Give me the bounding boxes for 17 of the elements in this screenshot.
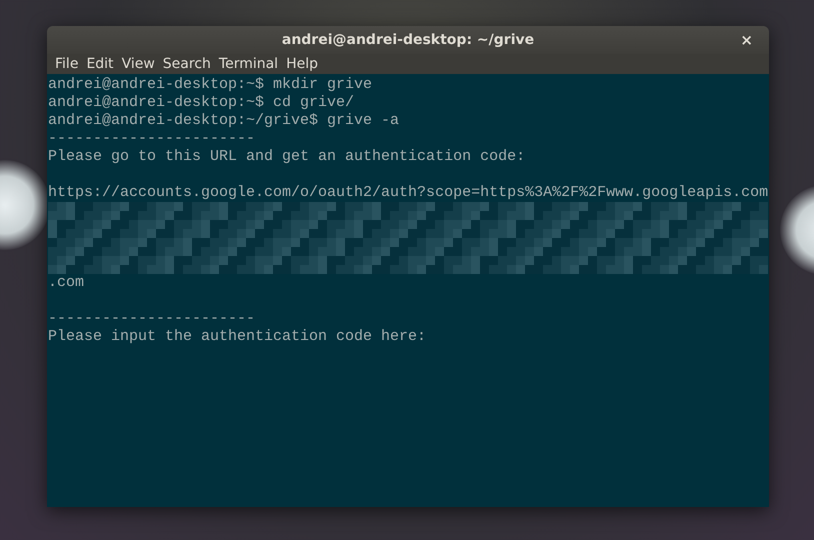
menu-item[interactable]: Edit bbox=[82, 54, 118, 74]
terminal-line: andrei@andrei-desktop:~/grive$ grive -a bbox=[48, 112, 400, 130]
terminal-line: Please input the authentication code here: bbox=[48, 328, 428, 346]
menu-item[interactable]: Search bbox=[158, 54, 215, 74]
menu-item[interactable]: View bbox=[118, 54, 159, 74]
menu-item[interactable]: Help bbox=[282, 54, 322, 74]
close-button[interactable]: × bbox=[736, 31, 757, 49]
window-title: andrei@andrei-desktop: ~/grive bbox=[282, 32, 534, 48]
menu-item[interactable]: File bbox=[51, 54, 82, 74]
terminal-line: ----------------------- bbox=[48, 130, 256, 148]
terminal-line: andrei@andrei-desktop:~$ cd grive/ bbox=[48, 94, 356, 112]
terminal-line: andrei@andrei-desktop:~$ mkdir grive bbox=[48, 76, 374, 94]
terminal-line: https://accounts.google.com/o/oauth2/auth?scope=https%3A%2F%2Fwww.googleapis.com bbox=[48, 184, 769, 202]
menu-item[interactable]: Terminal bbox=[214, 54, 282, 74]
terminal-line: ----------------------- bbox=[48, 310, 256, 328]
terminal-line: .com bbox=[48, 274, 86, 292]
terminal-line: Please go to this URL and get an authentication code: bbox=[48, 148, 526, 166]
